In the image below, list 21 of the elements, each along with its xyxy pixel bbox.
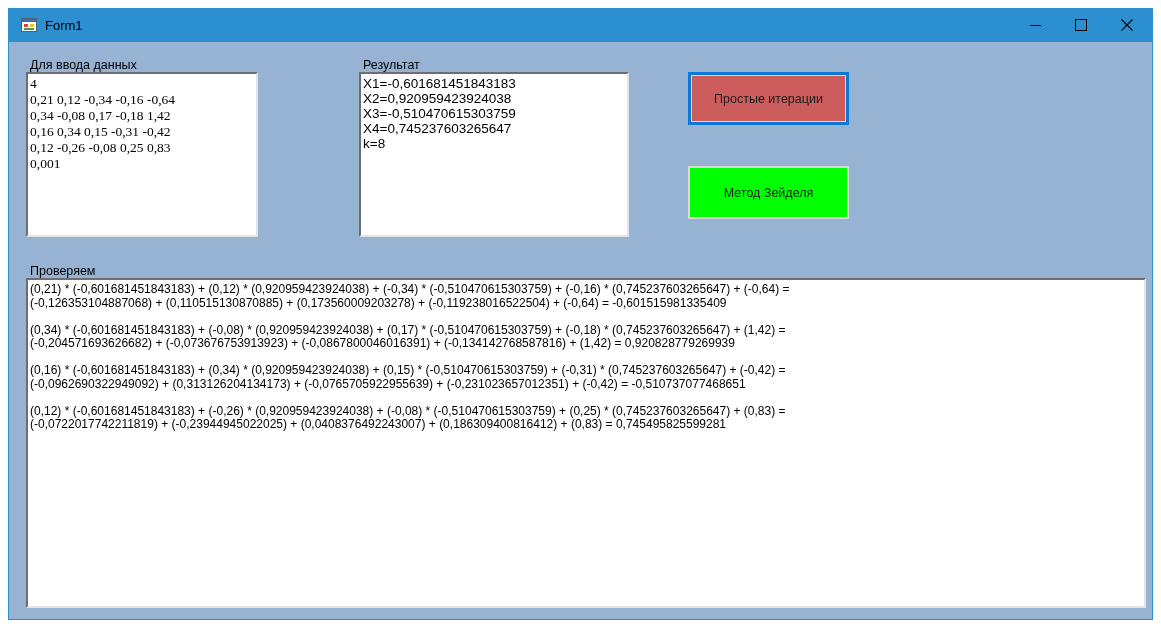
text-line: (0,34) * (-0,601681451843183) + (-0,08) * (0,920959423924038) + (0,17) * (-0,510470615303759) + (-0,18) * (0,745237603265647) + (1,42) = [30,323,786,337]
app-icon [21,18,37,32]
input-field[interactable]: 4 0,21 0,12 -0,34 -0,16 -0,64 0,34 -0,08 0,17 -0,18 1,42 0,16 0,34 0,15 -0,31 -0,42 0,12 -0,26 -0,08 0,25 0,83 0,001 [26,72,258,237]
close-icon[interactable] [1121,19,1133,31]
text-line: (0,21) * (-0,601681451843183) + (0,12) * (0,920959423924038) + (-0,34) * (-0,510470615303759) + (-0,16) * (0,745237603265647) + (-0,64) = [30,283,790,297]
text-line: (-0,0962690322949092) + (0,313126204134173) + (-0,0765705922955639) + (-0,231023657012351) + (-0,42) = -0,510737077468651 [30,377,746,391]
action-button[interactable]: Метод Зейделя [688,166,849,219]
field-label: Проверяем [30,264,96,278]
text-line: (-0,204571693626682) + (-0,073676753913923) + (-0,0867800046016391) + (-0,134142768587816) + (1,42) = 0,920828779269939 [30,337,735,351]
field-label: Результат [363,58,420,72]
maximize-icon[interactable] [1075,19,1087,31]
minimize-icon[interactable] [1029,24,1041,26]
field-label: Для ввода данных [30,58,137,72]
text-line: (-0,0722017742211819) + (-0,23944945022025) + (0,0408376492243007) + (0,186309400816412) + (0,83) = 0,745495825599281 [30,418,727,432]
text-line: (-0,126353104887068) + (0,110515130870885) + (0,173560009203278) + (-0,119238016522504) + (-0,64) = -0,601515981335409 [30,296,727,310]
output-field[interactable]: X1=-0,601681451843183 X2=0,920959423924038 X3=-0,510470615303759 X4=0,745237603265647 k=8 [359,72,629,237]
window-title: Form1 [45,17,84,33]
output-field[interactable] [26,278,1146,608]
action-button[interactable]: Простые итерации [688,72,849,125]
text-line: (0,12) * (-0,601681451843183) + (-0,26) * (0,920959423924038) + (-0,08) * (-0,510470615303759) + (0,25) * (0,745237603265647) + (0,83) = [30,404,786,418]
text-line: (0,16) * (-0,601681451843183) + (0,34) * (0,920959423924038) + (0,15) * (-0,510470615303759) + (-0,31) * (0,745237603265647) + (-0,42) = [30,364,786,378]
